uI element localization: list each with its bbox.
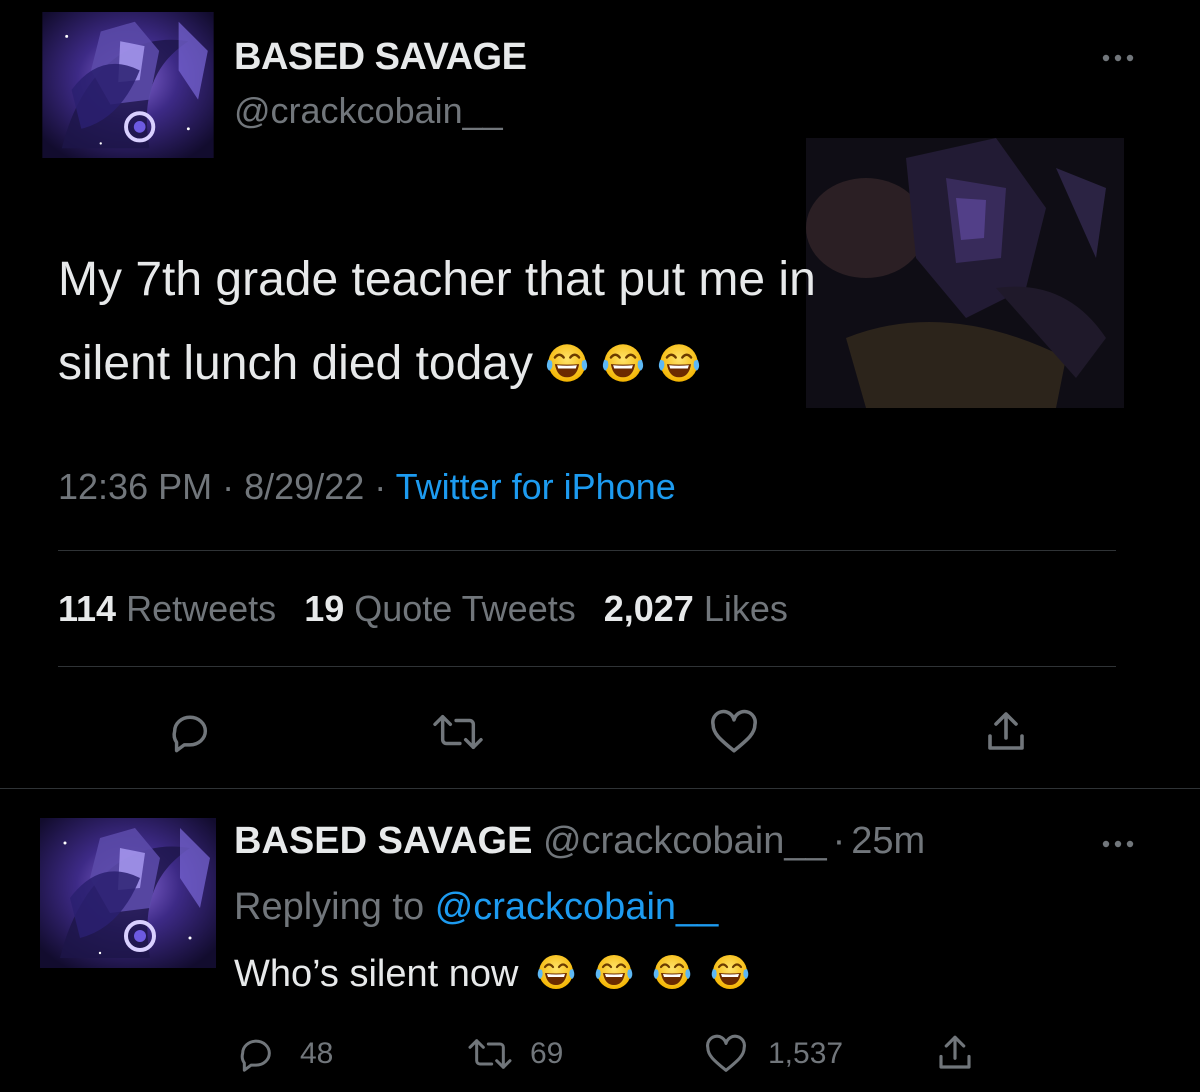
retweet-icon: [468, 1039, 512, 1069]
joy-emoji-icon: [545, 341, 589, 385]
retweet-button[interactable]: [426, 704, 490, 760]
joy-emoji-icon: [601, 341, 645, 385]
divider: [58, 666, 1116, 667]
share-button[interactable]: [978, 704, 1034, 760]
author-handle[interactable]: @crackcobain__: [234, 90, 503, 132]
reply-count: 48: [300, 1037, 334, 1070]
share-icon: [988, 712, 1024, 750]
meta-separator: ·: [222, 466, 235, 507]
meta-separator: ·: [832, 820, 846, 862]
reply-retweet-button[interactable]: 69: [466, 1034, 563, 1074]
more-options-icon[interactable]: [1098, 48, 1142, 68]
like-button[interactable]: [704, 704, 764, 760]
tweet-meta: 12:36 PM · 8/29/22 · Twitter for iPhone: [58, 466, 676, 508]
replying-to: Replying to @crackcobain__: [234, 886, 718, 929]
reply-author-avatar[interactable]: [40, 818, 216, 968]
divider: [58, 550, 1116, 551]
meta-separator: ·: [374, 466, 387, 507]
joy-emoji-icon: [657, 341, 701, 385]
like-icon: [706, 1034, 746, 1072]
joy-emoji-icon: [594, 952, 634, 992]
likes-stat[interactable]: 2,027 Likes: [604, 588, 788, 629]
reply-reply-button[interactable]: 48: [236, 1034, 333, 1074]
joy-emoji-icon: [710, 952, 750, 992]
tweet-text-line1: My 7th grade teacher that put me in: [58, 253, 816, 306]
reply-icon: [240, 1039, 271, 1072]
reply-display-name[interactable]: BASED SAVAGE: [234, 820, 532, 862]
tweet-text-line2-text: silent lunch died today: [58, 337, 533, 390]
reply-text-content: Who’s silent now: [234, 953, 519, 995]
reply-handle[interactable]: @crackcobain__: [543, 820, 827, 862]
retweets-stat[interactable]: 114 Retweets: [58, 588, 276, 629]
quotes-stat[interactable]: 19 Quote Tweets: [304, 588, 576, 629]
retweets-count: 114: [58, 588, 117, 629]
reply-icon: [172, 715, 207, 753]
quotes-label: Quote Tweets: [354, 588, 576, 629]
joy-emoji-icon: [652, 952, 692, 992]
likes-label: Likes: [703, 588, 788, 629]
tweet-text: My 7th grade teacher that put me in sile…: [58, 238, 1058, 406]
quotes-count: 19: [304, 588, 345, 629]
reply-button[interactable]: [162, 704, 218, 760]
reply-header: BASED SAVAGE @crackcobain__ · 25m: [234, 820, 925, 863]
reply-text: Who’s silent now: [234, 952, 750, 996]
reply-time-ago[interactable]: 25m: [851, 820, 925, 862]
retweet-count: 69: [530, 1037, 564, 1070]
tweet-time[interactable]: 12:36 PM: [58, 466, 212, 507]
tweet-stats: 114 Retweets 19 Quote Tweets 2,027 Likes: [58, 588, 788, 630]
replying-to-label: Replying to: [234, 886, 425, 928]
like-icon: [711, 709, 757, 753]
share-icon: [939, 1035, 971, 1069]
reply-share-button[interactable]: [934, 1032, 976, 1079]
tweet-source[interactable]: Twitter for iPhone: [396, 466, 676, 507]
joy-emoji-icon: [536, 952, 576, 992]
reply-more-options-icon[interactable]: [1098, 834, 1142, 854]
retweets-label: Retweets: [126, 588, 277, 629]
replying-to-handle[interactable]: @crackcobain__: [435, 886, 719, 928]
like-count: 1,537: [768, 1037, 844, 1070]
divider: [0, 788, 1200, 789]
tweet-text-line2: silent lunch died today: [58, 322, 1058, 406]
likes-count: 2,027: [603, 588, 694, 629]
retweet-icon: [433, 714, 483, 750]
reply-like-button[interactable]: 1,537: [704, 1034, 843, 1074]
tweet-date[interactable]: 8/29/22: [244, 466, 364, 507]
author-display-name[interactable]: BASED SAVAGE: [234, 36, 527, 79]
author-avatar[interactable]: [40, 12, 216, 158]
